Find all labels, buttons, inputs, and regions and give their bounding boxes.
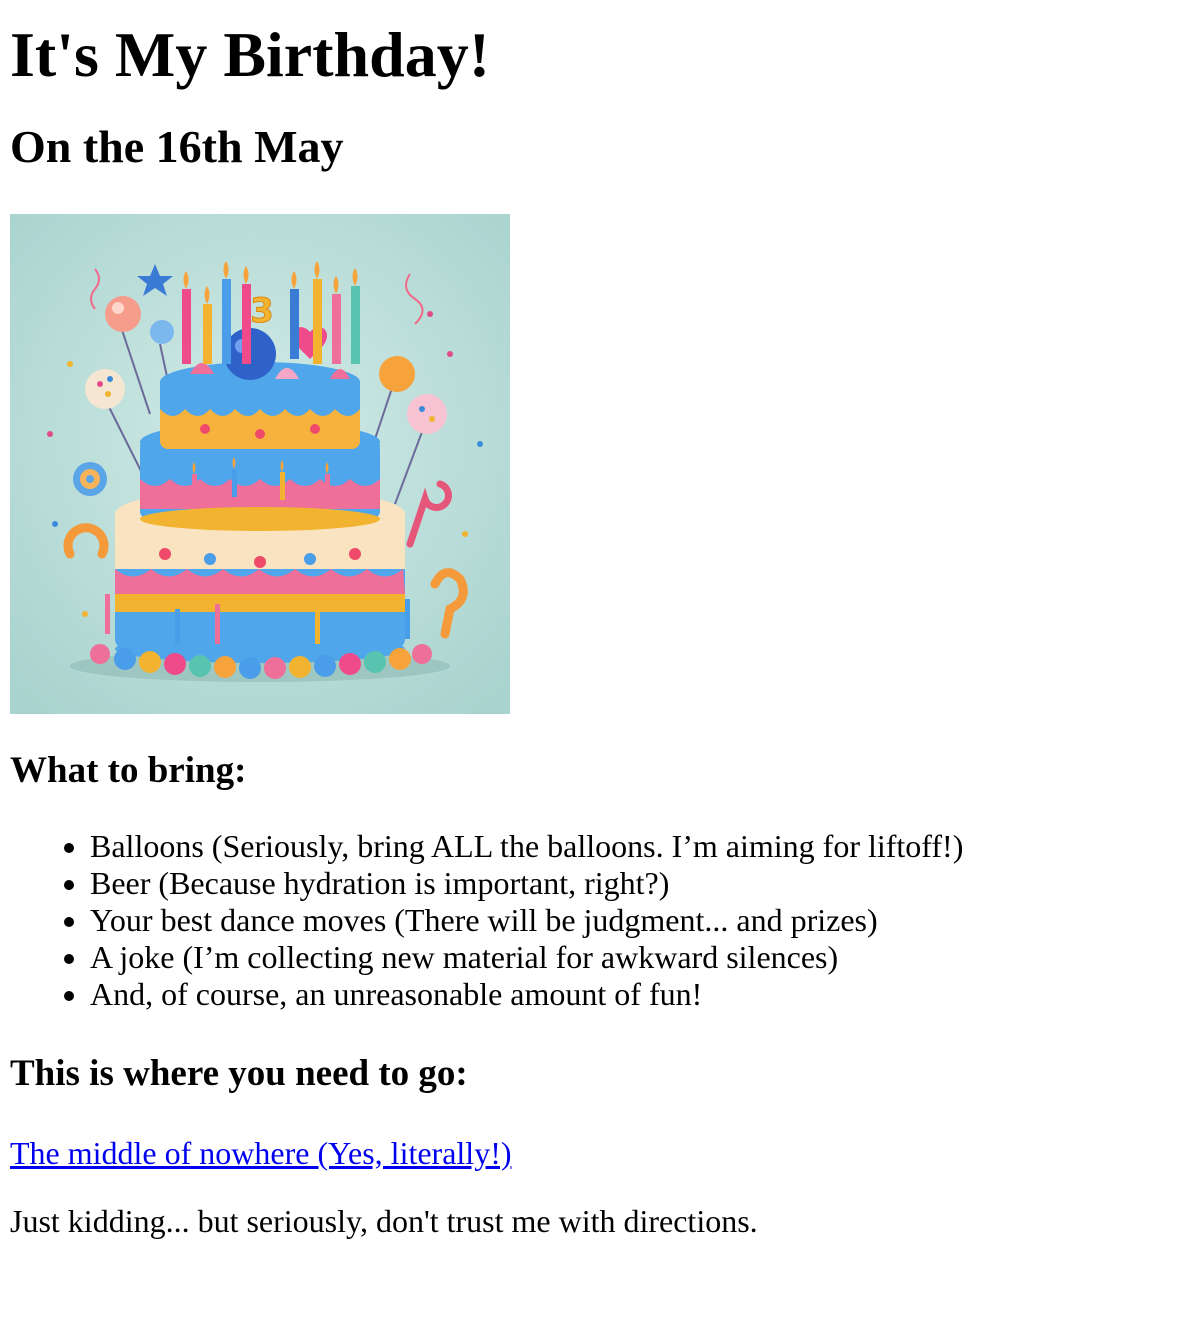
list-item: A joke (I’m collecting new material for … [90,939,1190,976]
list-item: Your best dance moves (There will be jud… [90,902,1190,939]
page-subtitle: On the 16th May [10,121,344,172]
list-item: Beer (Because hydration is important, ri… [90,865,1190,902]
cake-number-text: 3 [250,291,274,331]
page-title: It's My Birthday! [10,19,490,90]
what-to-bring-heading: What to bring: [10,750,247,791]
location-link[interactable]: The middle of nowhere (Yes, literally!) [10,1135,512,1171]
birthday-cake-image: 3 [10,214,510,714]
directions-note: Just kidding... but seriously, don't tru… [10,1203,758,1239]
location-heading: This is where you need to go: [10,1053,468,1094]
list-item: Balloons (Seriously, bring ALL the ballo… [90,828,1190,865]
location-paragraph: The middle of nowhere (Yes, literally!) [10,1133,1190,1173]
page: It's My Birthday! On the 16th May 3 What… [0,18,1200,1241]
bring-list: Balloons (Seriously, bring ALL the ballo… [10,828,1190,1013]
list-item: And, of course, an unreasonable amount o… [90,976,1190,1013]
